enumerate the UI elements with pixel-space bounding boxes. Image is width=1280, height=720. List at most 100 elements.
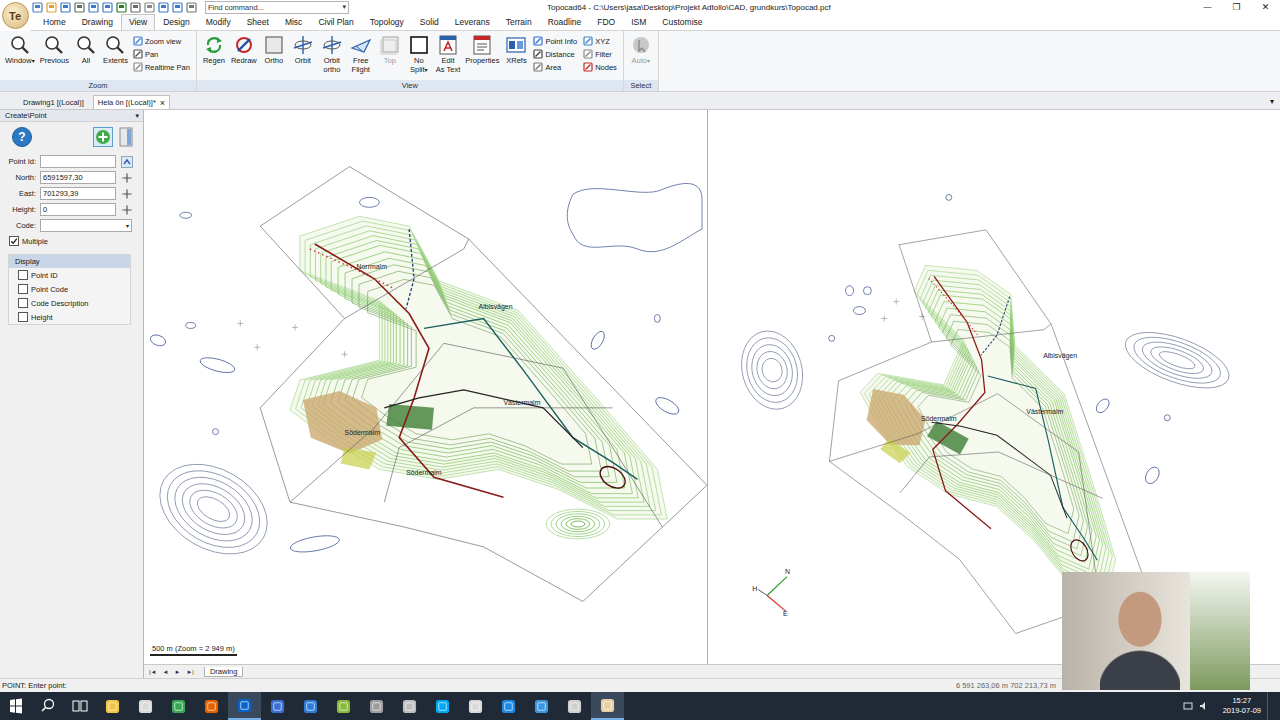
ribbon-button[interactable]: XRefs	[502, 34, 530, 66]
up-arrow-icon[interactable]	[121, 156, 133, 168]
taskbar-app[interactable]	[591, 692, 624, 720]
taskbar-app[interactable]	[525, 692, 558, 720]
menu-tab[interactable]: View	[121, 14, 155, 30]
ribbon-button[interactable]: Orbit ortho	[318, 34, 346, 74]
menu-tab[interactable]: Solid	[412, 14, 447, 30]
sheet-nav-button[interactable]: ►	[172, 669, 182, 675]
volume-icon[interactable]	[1199, 701, 1209, 711]
quick-access-icon[interactable]	[116, 2, 127, 13]
quick-access-icon[interactable]	[32, 2, 43, 13]
help-button[interactable]: ?	[12, 127, 32, 147]
taskbar-app[interactable]	[492, 692, 525, 720]
ribbon-button[interactable]: No Split▾	[405, 34, 433, 74]
menu-tab[interactable]: Roadline	[540, 14, 590, 30]
menu-tab[interactable]: Terrain	[498, 14, 540, 30]
field-input[interactable]: 701293,39	[40, 187, 116, 200]
quick-access-icon[interactable]	[186, 2, 197, 13]
notification-button[interactable]	[1267, 692, 1280, 720]
close-tab-button[interactable]: ×	[160, 99, 165, 107]
quick-access-icon[interactable]	[46, 2, 57, 13]
sheet-nav-button[interactable]: |◄	[147, 669, 159, 675]
menu-tab[interactable]: Drawing	[74, 14, 121, 30]
ribbon-small-button[interactable]: Distance	[533, 49, 577, 59]
display-checkbox[interactable]	[18, 284, 28, 294]
pick-point-icon[interactable]	[121, 204, 133, 216]
panel-layout-icon[interactable]	[119, 127, 133, 147]
quick-access-icon[interactable]	[74, 2, 85, 13]
multiple-checkbox[interactable]	[9, 236, 19, 246]
ribbon-small-button[interactable]: XYZ	[583, 36, 617, 46]
taskbar-app[interactable]	[393, 692, 426, 720]
menu-tab[interactable]: Modify	[198, 14, 239, 30]
taskbar-app[interactable]	[162, 692, 195, 720]
quick-access-icon[interactable]	[144, 2, 155, 13]
taskbar-app[interactable]	[195, 692, 228, 720]
tabs-menu-button[interactable]: ▾	[1264, 97, 1280, 109]
ribbon-button[interactable]: Redraw	[229, 34, 259, 66]
quick-access-icon[interactable]	[102, 2, 113, 13]
taskbar-app[interactable]	[360, 692, 393, 720]
ribbon-small-button[interactable]: Point Info	[533, 36, 577, 46]
network-icon[interactable]	[1183, 701, 1193, 711]
menu-tab[interactable]: Customise	[654, 14, 710, 30]
display-header[interactable]: Display	[9, 255, 130, 268]
display-option[interactable]: Point Code	[9, 282, 130, 296]
menu-tab[interactable]: Civil Plan	[310, 14, 361, 30]
clock[interactable]: 15:27 2019-07-09	[1217, 696, 1267, 716]
ribbon-button[interactable]: Orbit	[289, 34, 317, 66]
taskbar-app[interactable]	[129, 692, 162, 720]
find-command-arrow[interactable]: ▾	[342, 3, 346, 11]
menu-tab[interactable]: ISM	[623, 14, 654, 30]
taskbar-app[interactable]	[426, 692, 459, 720]
display-option[interactable]: Height	[9, 310, 130, 324]
task-view-icon[interactable]	[64, 692, 96, 720]
ribbon-button[interactable]: Regen	[200, 34, 228, 66]
taskbar-app[interactable]	[294, 692, 327, 720]
window-control-button[interactable]: —	[1193, 2, 1222, 12]
ribbon-small-button[interactable]: Realtime Pan	[133, 62, 190, 72]
ribbon-button[interactable]: Previous	[38, 34, 71, 66]
app-logo[interactable]: Te	[0, 0, 30, 31]
field-input[interactable]: 0	[40, 203, 116, 216]
display-checkbox[interactable]	[18, 312, 28, 322]
menu-tab[interactable]: Home	[35, 14, 74, 30]
document-tab[interactable]: Hela ön [(Local)]* ×	[93, 95, 170, 109]
quick-access-icon[interactable]	[158, 2, 169, 13]
sheet-tab[interactable]: Drawing	[204, 667, 244, 677]
ribbon-small-button[interactable]: Filter	[583, 49, 617, 59]
left-viewport[interactable]: NorrmalmAlbisvägenVästermalmSödermalmSöd…	[144, 110, 708, 664]
ribbon-button[interactable]: Auto▾	[627, 34, 655, 66]
quick-access-icon[interactable]	[130, 2, 141, 13]
field-input[interactable]	[40, 155, 116, 168]
taskbar-app[interactable]	[558, 692, 591, 720]
menu-tab[interactable]: Design	[155, 14, 197, 30]
window-control-button[interactable]: ✕	[1251, 2, 1280, 12]
multiple-checkbox-row[interactable]: Multiple	[0, 234, 143, 248]
display-option[interactable]: Point ID	[9, 268, 130, 282]
pick-point-icon[interactable]	[121, 172, 133, 184]
ribbon-button[interactable]: Free Flight	[347, 34, 375, 74]
ribbon-button[interactable]: Properties	[463, 34, 501, 66]
ribbon-small-button[interactable]: Zoom view	[133, 36, 190, 46]
menu-tab[interactable]: FDO	[589, 14, 623, 30]
ribbon-button[interactable]: All	[72, 34, 100, 66]
windows-start-icon[interactable]	[0, 692, 32, 720]
document-tab[interactable]: Drawing1 [(Local)]	[18, 95, 89, 109]
taskbar-app[interactable]	[327, 692, 360, 720]
window-control-button[interactable]: ❐	[1222, 2, 1251, 12]
taskbar-app[interactable]	[261, 692, 294, 720]
search-icon[interactable]	[32, 692, 64, 720]
find-command-box[interactable]: Find command... ▾	[205, 1, 349, 14]
map-drawing[interactable]: NorrmalmAlbisvägenVästermalmSödermalmSöd…	[144, 110, 707, 664]
menu-tab[interactable]: Sheet	[239, 14, 277, 30]
display-checkbox[interactable]	[18, 270, 28, 280]
menu-tab[interactable]: Misc	[277, 14, 310, 30]
ribbon-button[interactable]: Window▾	[3, 34, 37, 66]
taskbar-app[interactable]	[228, 692, 261, 720]
display-checkbox[interactable]	[18, 298, 28, 308]
menu-tab[interactable]: Topology	[362, 14, 412, 30]
ribbon-button[interactable]: Top	[376, 34, 404, 66]
quick-access-icon[interactable]	[172, 2, 183, 13]
quick-access-icon[interactable]	[60, 2, 71, 13]
quick-access-icon[interactable]	[88, 2, 99, 13]
